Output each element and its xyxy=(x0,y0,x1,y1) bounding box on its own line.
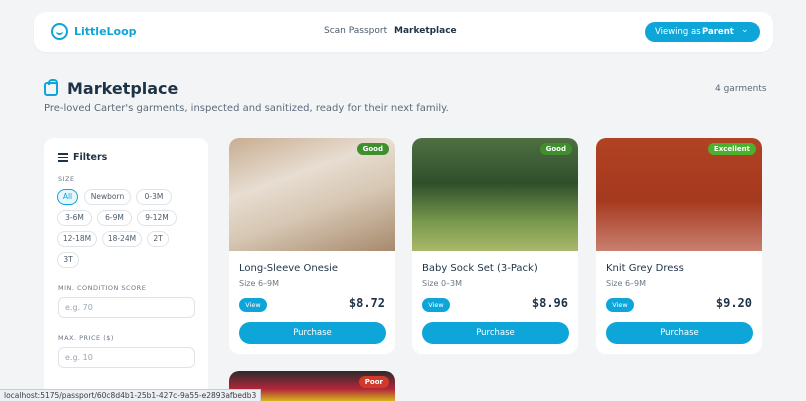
page-title: Marketplace xyxy=(67,79,179,98)
product-price: $9.20 xyxy=(715,296,752,310)
size-chip-6-9m[interactable]: 6-9M xyxy=(97,210,132,226)
condition-badge: Excellent xyxy=(707,143,756,155)
brand-name[interactable]: LittleLoop xyxy=(74,25,137,38)
viewing-as-value: Parent xyxy=(702,27,734,37)
product-price: $8.72 xyxy=(348,296,385,310)
condition-badge: Poor xyxy=(358,376,389,388)
sliders-icon xyxy=(58,153,68,162)
filters-panel: Filters SIZE All Newborn 0-3M 3-6M 6-9M … xyxy=(44,138,208,401)
size-chip-0-3m[interactable]: 0-3M xyxy=(136,189,172,205)
garment-count: 4 garments xyxy=(715,84,767,94)
min-condition-label: MIN. CONDITION SCORE xyxy=(58,284,147,292)
viewing-as-dropdown[interactable]: Viewing as Parent ⌄ xyxy=(645,22,760,42)
filters-title: Filters xyxy=(73,152,108,163)
condition-badge: Good xyxy=(356,143,389,155)
page-subtitle: Pre-loved Carter's garments, inspected a… xyxy=(44,103,449,114)
view-button[interactable]: View xyxy=(422,298,450,312)
size-chip-12-18m[interactable]: 12-18M xyxy=(57,231,97,247)
product-size: Size 6–9M xyxy=(239,279,280,288)
product-card: Excellent Knit Grey Dress Size 6–9M View… xyxy=(596,138,762,354)
size-label: SIZE xyxy=(58,175,75,183)
littleloop-logo-icon[interactable] xyxy=(51,23,68,40)
purchase-button[interactable]: Purchase xyxy=(606,322,753,344)
nav-link-marketplace[interactable]: Marketplace xyxy=(394,26,457,36)
purchase-button[interactable]: Purchase xyxy=(239,322,386,344)
size-chip-3-6m[interactable]: 3-6M xyxy=(57,210,92,226)
size-chip-2t[interactable]: 2T xyxy=(147,231,169,247)
product-name: Baby Sock Set (3-Pack) xyxy=(422,263,538,274)
product-card: Good Baby Sock Set (3-Pack) Size 0–3M Vi… xyxy=(412,138,578,354)
size-chip-9-12m[interactable]: 9-12M xyxy=(137,210,177,226)
viewing-as-label: Viewing as xyxy=(655,27,701,37)
product-card: Good Long-Sleeve Onesie Size 6–9M View $… xyxy=(229,138,395,354)
size-chip-all[interactable]: All xyxy=(57,189,78,205)
size-chip-18-24m[interactable]: 18-24M xyxy=(102,231,142,247)
view-button[interactable]: View xyxy=(606,298,634,312)
top-nav: LittleLoop Scan Passport Marketplace Vie… xyxy=(34,12,773,52)
size-chip-newborn[interactable]: Newborn xyxy=(84,189,131,205)
product-price: $8.96 xyxy=(531,296,568,310)
browser-status-url: localhost:5175/passport/60c8d4b1-25b1-42… xyxy=(0,389,262,401)
purchase-button[interactable]: Purchase xyxy=(422,322,569,344)
product-name: Knit Grey Dress xyxy=(606,263,684,274)
chevron-down-icon: ⌄ xyxy=(741,25,749,35)
product-size: Size 6–9M xyxy=(606,279,647,288)
max-price-input[interactable]: e.g. 10 xyxy=(58,347,195,368)
max-price-label: MAX. PRICE ($) xyxy=(58,334,114,342)
nav-link-scan-passport[interactable]: Scan Passport xyxy=(324,26,387,36)
condition-badge: Good xyxy=(539,143,572,155)
size-chip-3t[interactable]: 3T xyxy=(57,252,79,268)
product-size: Size 0–3M xyxy=(422,279,463,288)
view-button[interactable]: View xyxy=(239,298,267,312)
min-condition-input[interactable]: e.g. 70 xyxy=(58,297,195,318)
shopping-bag-icon xyxy=(44,79,58,96)
product-name: Long-Sleeve Onesie xyxy=(239,263,338,274)
